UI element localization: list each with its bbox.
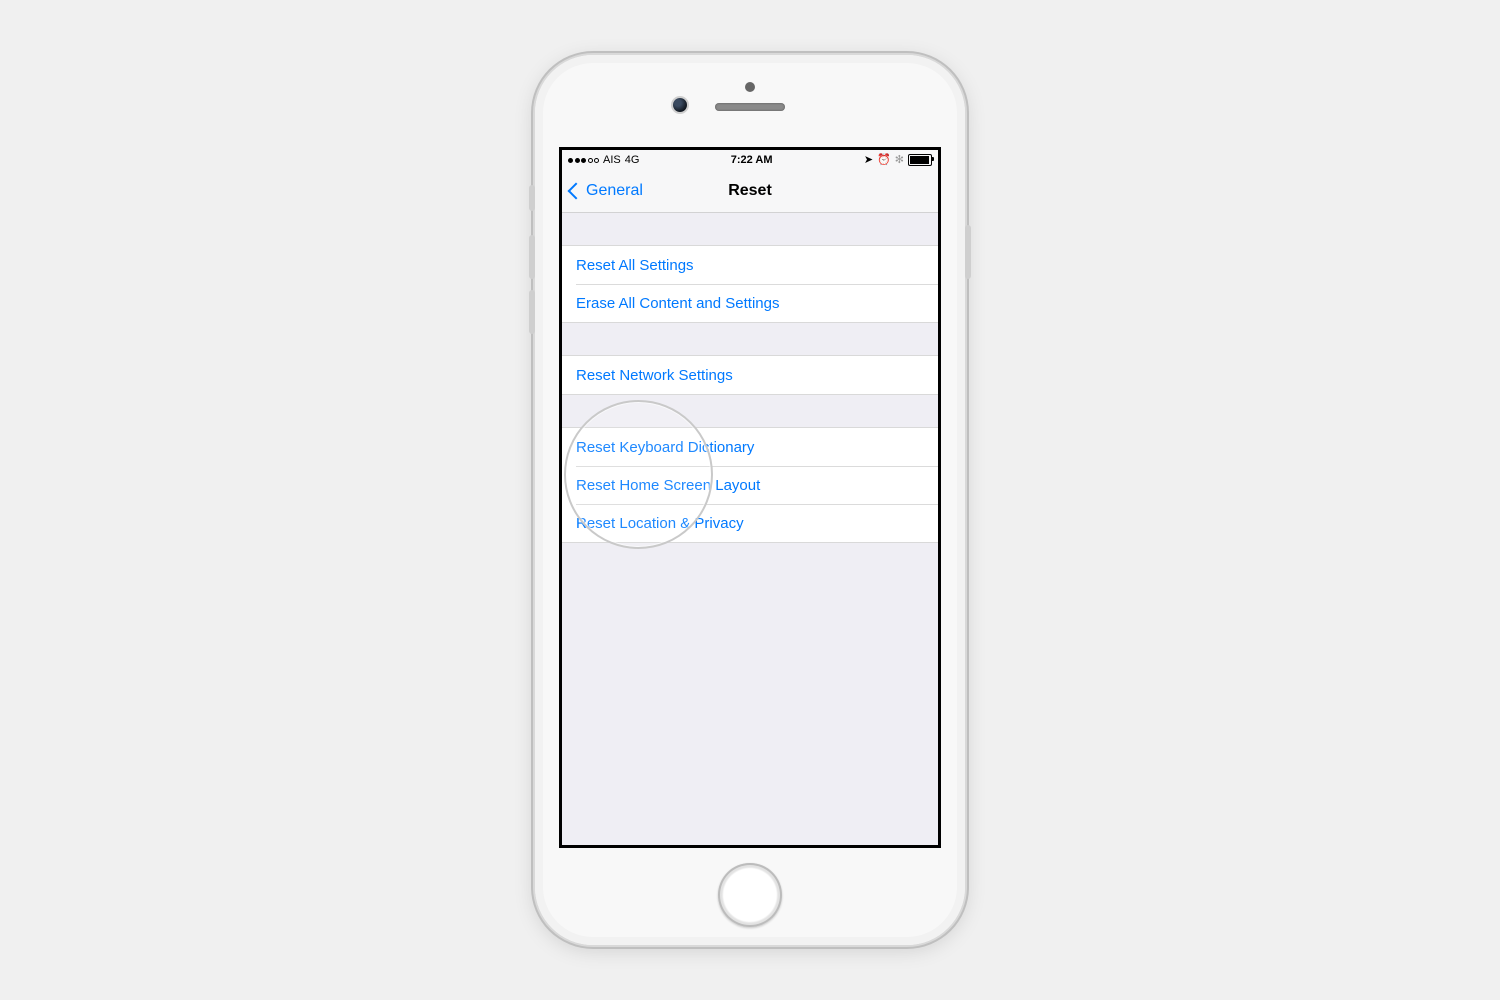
volume-down-button — [529, 290, 535, 334]
settings-group: Reset Keyboard Dictionary Reset Home Scr… — [562, 427, 938, 543]
proximity-sensor — [745, 82, 755, 92]
row-label: Reset All Settings — [576, 257, 694, 274]
earpiece-speaker — [715, 103, 785, 111]
row-label: Reset Network Settings — [576, 367, 733, 384]
row-label: Reset Home Screen Layout — [576, 477, 760, 494]
front-camera — [673, 98, 687, 112]
reset-home-screen-layout-button[interactable]: Reset Home Screen Layout — [562, 466, 938, 504]
nav-bar: General Reset — [562, 170, 938, 213]
battery-icon — [908, 154, 932, 166]
erase-all-content-button[interactable]: Erase All Content and Settings — [562, 284, 938, 322]
row-label: Erase All Content and Settings — [576, 295, 779, 312]
reset-network-settings-button[interactable]: Reset Network Settings — [562, 356, 938, 394]
row-label: Reset Keyboard Dictionary — [576, 439, 754, 456]
status-bar: AIS 4G 7:22 AM ➤ ⏰ ✻ — [562, 150, 938, 170]
clock-label: 7:22 AM — [639, 154, 863, 166]
alarm-icon: ⏰ — [877, 155, 891, 166]
row-label: Reset Location & Privacy — [576, 515, 744, 532]
home-button[interactable] — [718, 863, 782, 927]
chevron-left-icon — [568, 183, 585, 200]
mute-switch — [529, 185, 535, 211]
page-title: Reset — [728, 182, 772, 200]
bluetooth-icon: ✻ — [895, 155, 904, 166]
location-icon: ➤ — [864, 155, 873, 166]
reset-location-privacy-button[interactable]: Reset Location & Privacy — [562, 504, 938, 542]
settings-list: Reset All Settings Erase All Content and… — [562, 213, 938, 543]
back-label: General — [586, 182, 643, 200]
settings-group: Reset Network Settings — [562, 355, 938, 395]
signal-dots-icon — [568, 158, 599, 163]
phone-body: AIS 4G 7:22 AM ➤ ⏰ ✻ General Reset — [535, 55, 965, 945]
carrier-label: AIS — [603, 154, 621, 166]
reset-keyboard-dictionary-button[interactable]: Reset Keyboard Dictionary — [562, 428, 938, 466]
settings-group: Reset All Settings Erase All Content and… — [562, 245, 938, 323]
power-button — [965, 225, 971, 279]
reset-all-settings-button[interactable]: Reset All Settings — [562, 246, 938, 284]
network-label: 4G — [625, 154, 640, 166]
device-screen: AIS 4G 7:22 AM ➤ ⏰ ✻ General Reset — [562, 150, 938, 845]
back-button[interactable]: General — [566, 170, 647, 212]
volume-up-button — [529, 235, 535, 279]
